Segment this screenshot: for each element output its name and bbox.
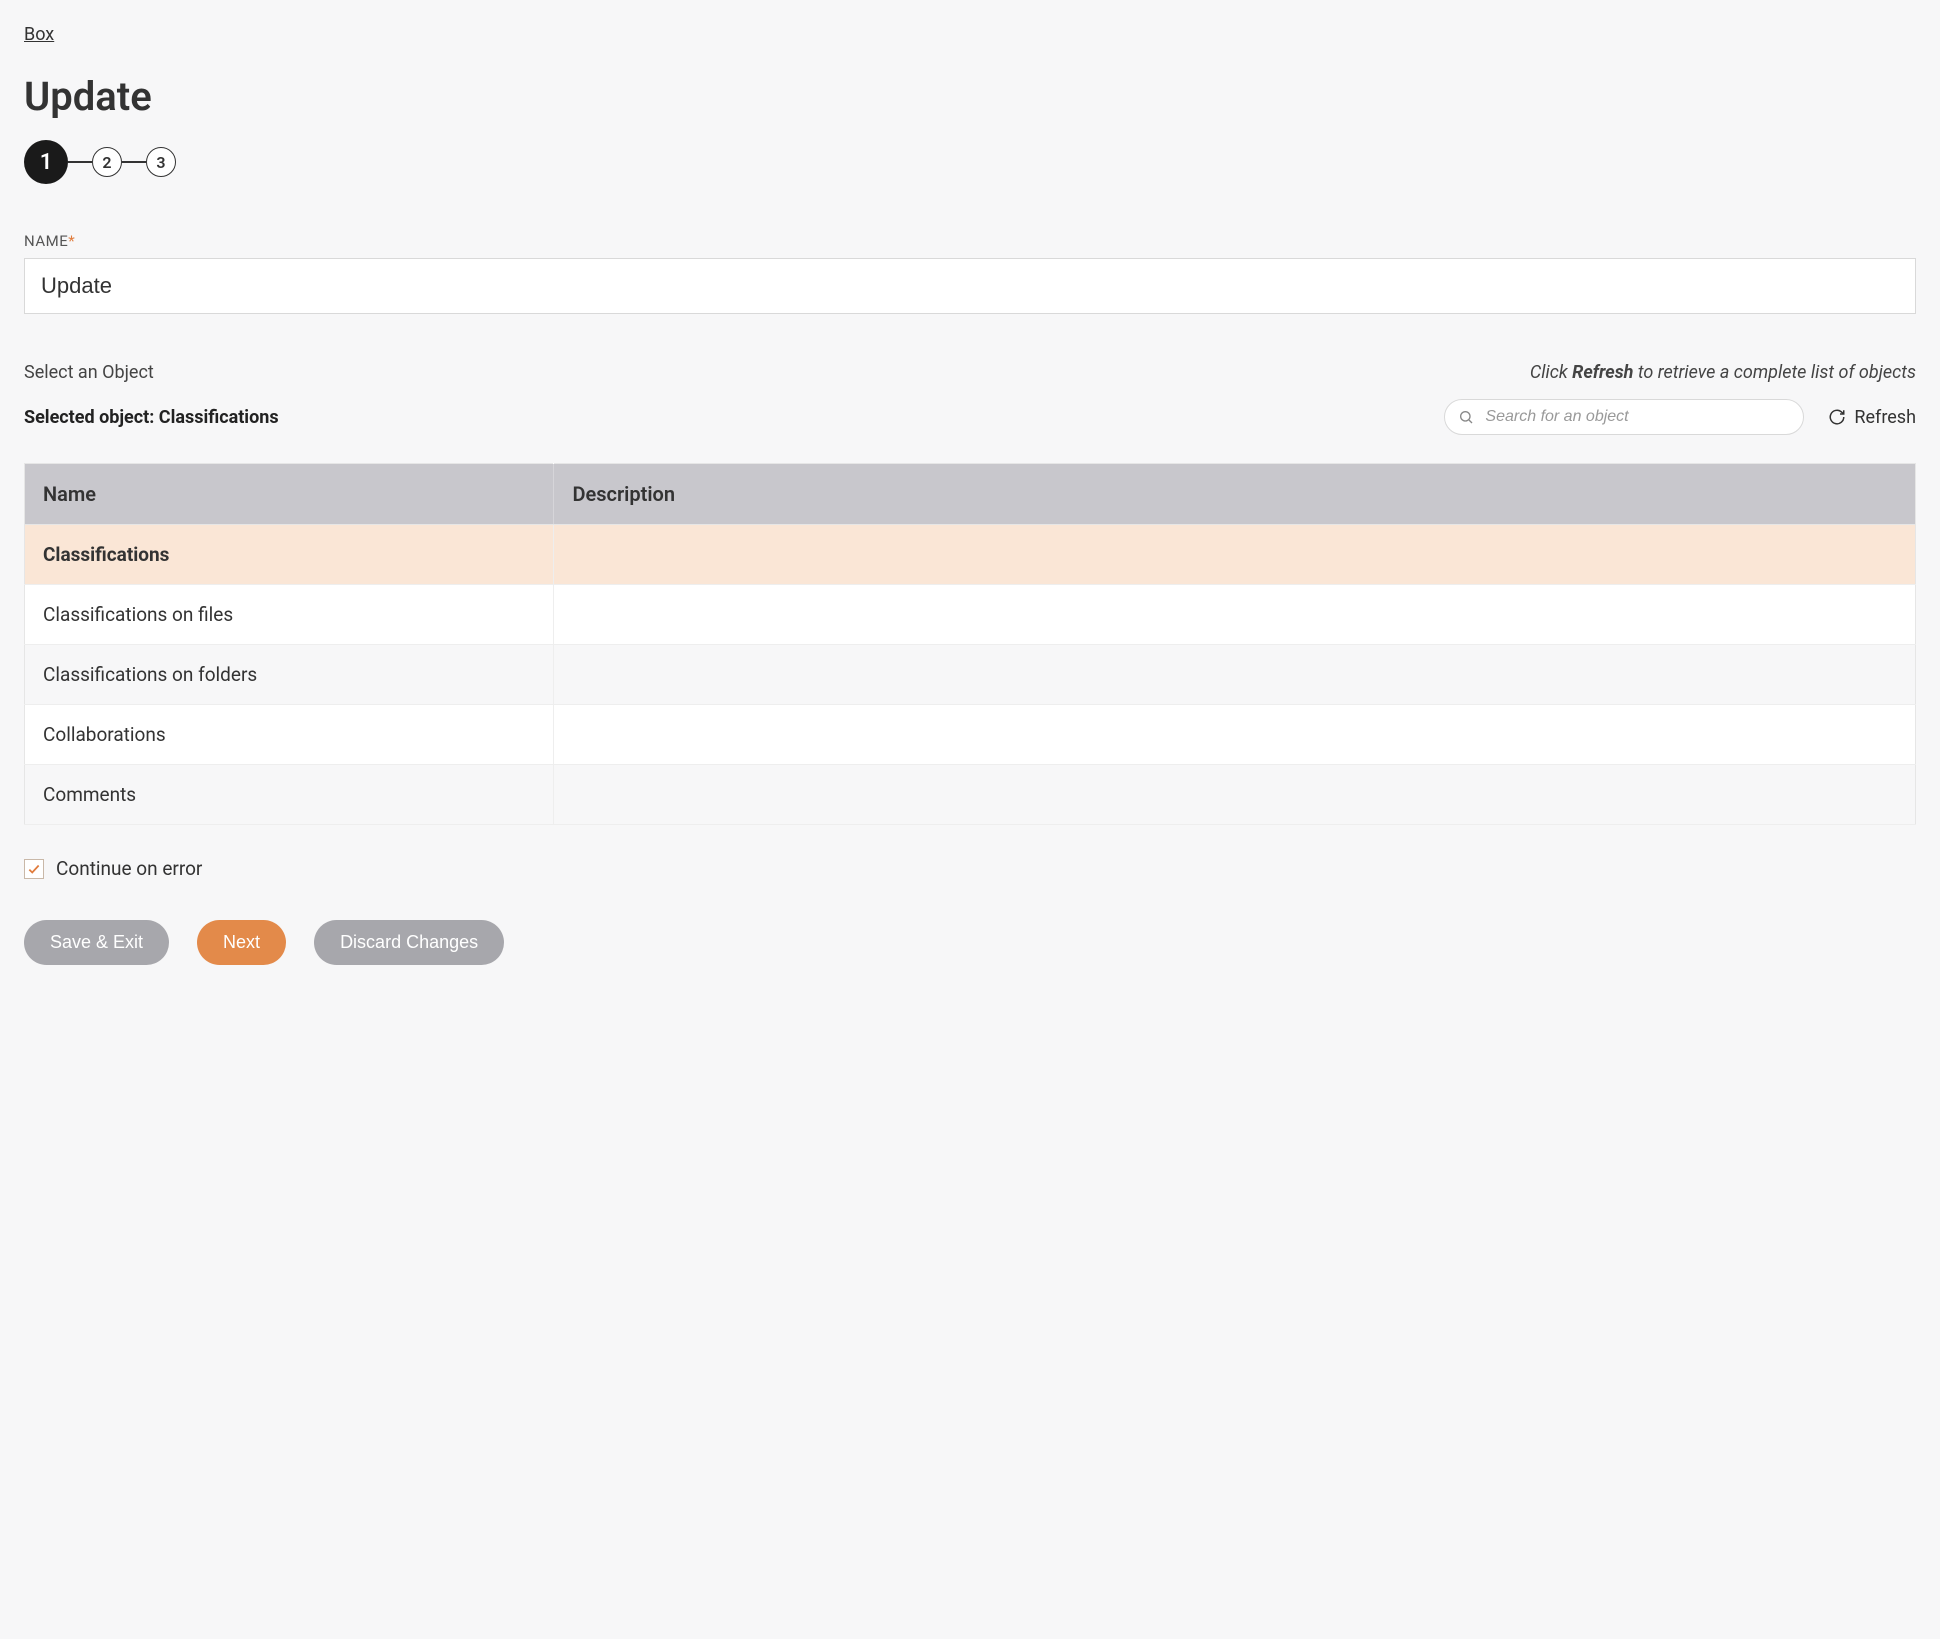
step-connector xyxy=(122,161,146,163)
name-label-text: NAME xyxy=(24,232,68,250)
selected-value: Classifications xyxy=(159,407,279,428)
table-row[interactable]: Classifications on folders xyxy=(25,645,1916,705)
cell-name: Comments xyxy=(25,765,554,825)
cell-description xyxy=(554,765,1916,825)
refresh-icon xyxy=(1828,408,1846,426)
refresh-button[interactable]: Refresh xyxy=(1828,407,1916,428)
breadcrumb-box[interactable]: Box xyxy=(24,24,54,45)
step-connector xyxy=(68,161,92,163)
continue-on-error-row: Continue on error xyxy=(24,857,1916,880)
step-3[interactable]: 3 xyxy=(146,147,176,177)
cell-name: Classifications on files xyxy=(25,585,554,645)
save-exit-button[interactable]: Save & Exit xyxy=(24,920,169,965)
table-row[interactable]: Comments xyxy=(25,765,1916,825)
cell-description xyxy=(554,645,1916,705)
hint-bold: Refresh xyxy=(1572,362,1633,383)
footer-button-row: Save & Exit Next Discard Changes xyxy=(24,920,1916,965)
refresh-label: Refresh xyxy=(1854,407,1916,428)
continue-on-error-label: Continue on error xyxy=(56,857,202,880)
table-row[interactable]: Collaborations xyxy=(25,705,1916,765)
search-icon xyxy=(1458,409,1474,425)
hint-prefix: Click xyxy=(1530,362,1572,383)
search-input[interactable] xyxy=(1444,399,1804,435)
cell-name: Collaborations xyxy=(25,705,554,765)
table-row[interactable]: Classifications xyxy=(25,525,1916,585)
name-input[interactable] xyxy=(24,258,1916,314)
cell-name: Classifications xyxy=(25,525,554,585)
name-field-label: NAME* xyxy=(24,232,1916,250)
step-2[interactable]: 2 xyxy=(92,147,122,177)
cell-description xyxy=(554,585,1916,645)
object-table: Name Description ClassificationsClassifi… xyxy=(24,463,1916,825)
hint-suffix: to retrieve a complete list of objects xyxy=(1633,362,1916,383)
search-wrap xyxy=(1444,399,1804,435)
refresh-hint: Click Refresh to retrieve a complete lis… xyxy=(1530,362,1916,383)
selected-prefix: Selected object: xyxy=(24,407,159,428)
col-header-name[interactable]: Name xyxy=(25,464,554,525)
selected-object-label: Selected object: Classifications xyxy=(24,407,279,428)
col-header-description[interactable]: Description xyxy=(554,464,1916,525)
table-row[interactable]: Classifications on files xyxy=(25,585,1916,645)
stepper: 1 2 3 xyxy=(24,140,1916,184)
cell-name: Classifications on folders xyxy=(25,645,554,705)
cell-description xyxy=(554,525,1916,585)
page-title: Update xyxy=(24,73,1916,120)
select-object-label: Select an Object xyxy=(24,362,154,383)
discard-button[interactable]: Discard Changes xyxy=(314,920,504,965)
step-1[interactable]: 1 xyxy=(24,140,68,184)
next-button[interactable]: Next xyxy=(197,920,286,965)
required-asterisk: * xyxy=(68,232,75,250)
cell-description xyxy=(554,705,1916,765)
continue-on-error-checkbox[interactable] xyxy=(24,859,44,879)
